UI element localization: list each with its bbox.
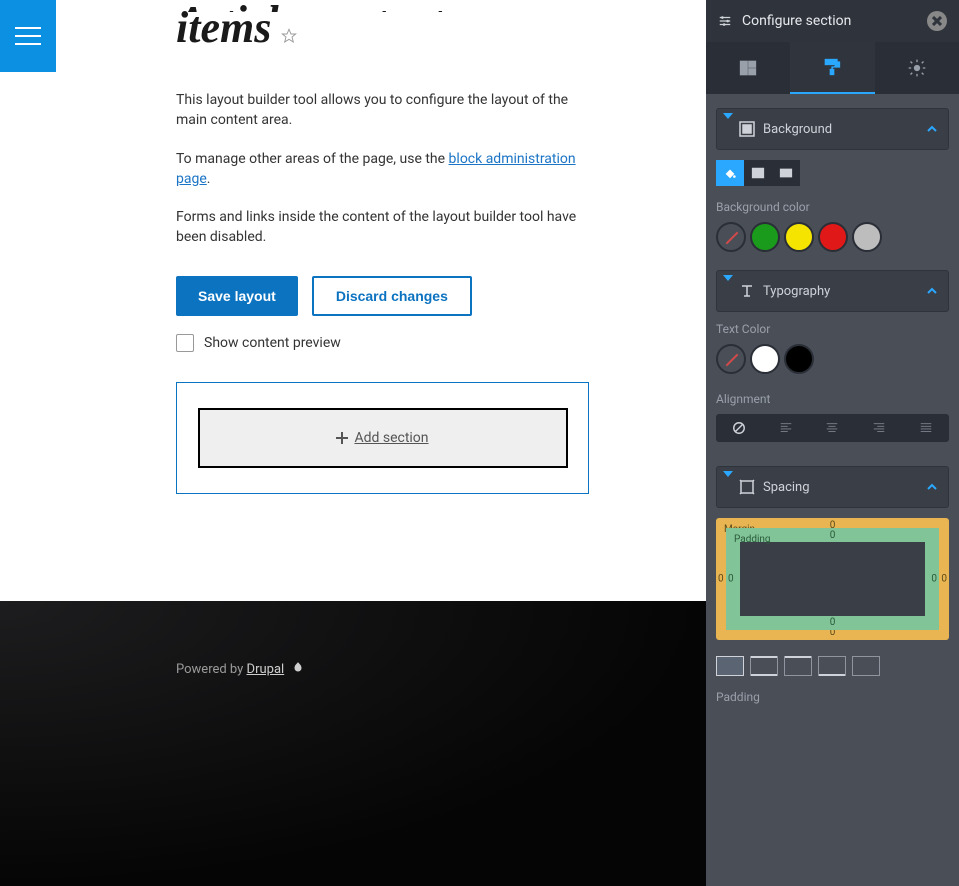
padding-right-val[interactable]: 0 [931, 574, 937, 585]
padding-bottom-val[interactable]: 0 [830, 617, 836, 628]
margin-right-val[interactable]: 0 [941, 574, 947, 585]
footer-prefix: Powered by [176, 662, 247, 677]
typography-icon [739, 283, 755, 299]
alignment-label: Alignment [716, 392, 949, 406]
image-icon [751, 166, 765, 180]
discard-button[interactable]: Discard changes [312, 276, 472, 316]
align-justify-icon [919, 421, 933, 435]
help-text-1: This layout builder tool allows you to c… [176, 90, 596, 131]
page-title-text: items [176, 6, 271, 50]
align-left-icon [779, 421, 793, 435]
swatch-yellow[interactable] [784, 222, 814, 252]
sliders-icon [718, 14, 732, 28]
align-right-icon [872, 421, 886, 435]
hamburger-rail[interactable] [0, 0, 56, 72]
pad-variant-top[interactable] [784, 656, 812, 676]
help-text-2-suffix: . [207, 171, 211, 187]
padding-tag: Padding [734, 534, 771, 545]
sidebar-header: Configure section [706, 0, 959, 42]
section-head-typography-label: Typography [763, 284, 830, 299]
content-preview-toggle[interactable]: Show content preview [176, 334, 706, 352]
section-head-background-label: Background [763, 122, 832, 137]
swatch-grey[interactable] [852, 222, 882, 252]
configure-sidebar: Configure section Background [706, 0, 959, 886]
section-head-spacing[interactable]: Spacing [716, 466, 949, 508]
gear-icon [907, 58, 927, 78]
bg-color-label: Background color [716, 200, 949, 214]
page-title: items [176, 6, 706, 50]
pad-variant-bottom[interactable] [818, 656, 846, 676]
align-center[interactable] [809, 414, 856, 442]
align-right[interactable] [856, 414, 903, 442]
close-button[interactable] [927, 11, 947, 31]
background-icon [739, 121, 755, 137]
bg-type-video[interactable] [772, 160, 800, 186]
drupal-link[interactable]: Drupal [247, 662, 285, 677]
add-section-button[interactable]: Add section [198, 408, 568, 468]
content-preview-label: Show content preview [204, 335, 341, 351]
checkbox-icon [176, 334, 194, 352]
box-model-padding[interactable]: Padding 0 0 0 0 [726, 528, 939, 630]
page-footer: Powered by Drupal [0, 601, 706, 886]
help-text-2: To manage other areas of the page, use t… [176, 149, 596, 190]
tab-layout[interactable] [706, 42, 790, 94]
tab-style[interactable] [790, 42, 874, 94]
align-none[interactable] [716, 414, 763, 442]
align-center-icon [825, 421, 839, 435]
swatch-text-none[interactable] [716, 344, 746, 374]
spacing-icon [739, 479, 755, 495]
margin-left-val[interactable]: 0 [718, 574, 724, 585]
bg-color-swatches [716, 222, 949, 252]
swatch-text-white[interactable] [750, 344, 780, 374]
paint-roller-icon [822, 57, 842, 77]
alignment-row [716, 414, 949, 442]
swatch-green[interactable] [750, 222, 780, 252]
main-area: Article content items This layout builde… [56, 0, 706, 886]
padding-left-val[interactable]: 0 [728, 574, 734, 585]
section-head-typography[interactable]: Typography [716, 270, 949, 312]
pad-variant-all[interactable] [716, 656, 744, 676]
drupal-icon [291, 661, 305, 675]
paint-bucket-icon [723, 166, 737, 180]
padding-top-val[interactable]: 0 [830, 530, 836, 541]
chevron-up-icon [926, 123, 938, 135]
add-section-label: Add section [354, 430, 428, 446]
ban-icon [732, 421, 746, 435]
padding-variant-row [716, 656, 949, 676]
pad-variant-none[interactable] [852, 656, 880, 676]
help-text-3: Forms and links inside the content of th… [176, 207, 596, 248]
swatch-none[interactable] [716, 222, 746, 252]
text-color-label: Text Color [716, 322, 949, 336]
sidebar-tabs [706, 42, 959, 94]
bg-type-color[interactable] [716, 160, 744, 186]
help-text-2-prefix: To manage other areas of the page, use t… [176, 151, 449, 167]
layout-region: Add section [176, 382, 589, 494]
bg-type-image[interactable] [744, 160, 772, 186]
section-head-background[interactable]: Background [716, 108, 949, 150]
pad-variant-top-bottom[interactable] [750, 656, 778, 676]
swatch-text-black[interactable] [784, 344, 814, 374]
save-button[interactable]: Save layout [176, 276, 298, 316]
video-icon [779, 166, 793, 180]
align-left[interactable] [763, 414, 810, 442]
sidebar-title: Configure section [742, 13, 917, 29]
text-color-swatches [716, 344, 949, 374]
padding-label: Padding [716, 690, 949, 704]
plus-icon [336, 432, 348, 444]
box-model[interactable]: Margin 0 0 0 0 Padding 0 0 0 0 [716, 518, 949, 640]
chevron-up-icon [926, 285, 938, 297]
layout-icon [738, 58, 758, 78]
chevron-up-icon [926, 481, 938, 493]
close-icon [932, 16, 942, 26]
box-model-content [740, 542, 925, 616]
hamburger-icon [15, 27, 41, 45]
tab-settings[interactable] [875, 42, 959, 94]
section-head-spacing-label: Spacing [763, 480, 810, 495]
swatch-red[interactable] [818, 222, 848, 252]
star-icon[interactable] [281, 28, 297, 44]
align-justify[interactable] [902, 414, 949, 442]
background-type-row [716, 160, 949, 186]
